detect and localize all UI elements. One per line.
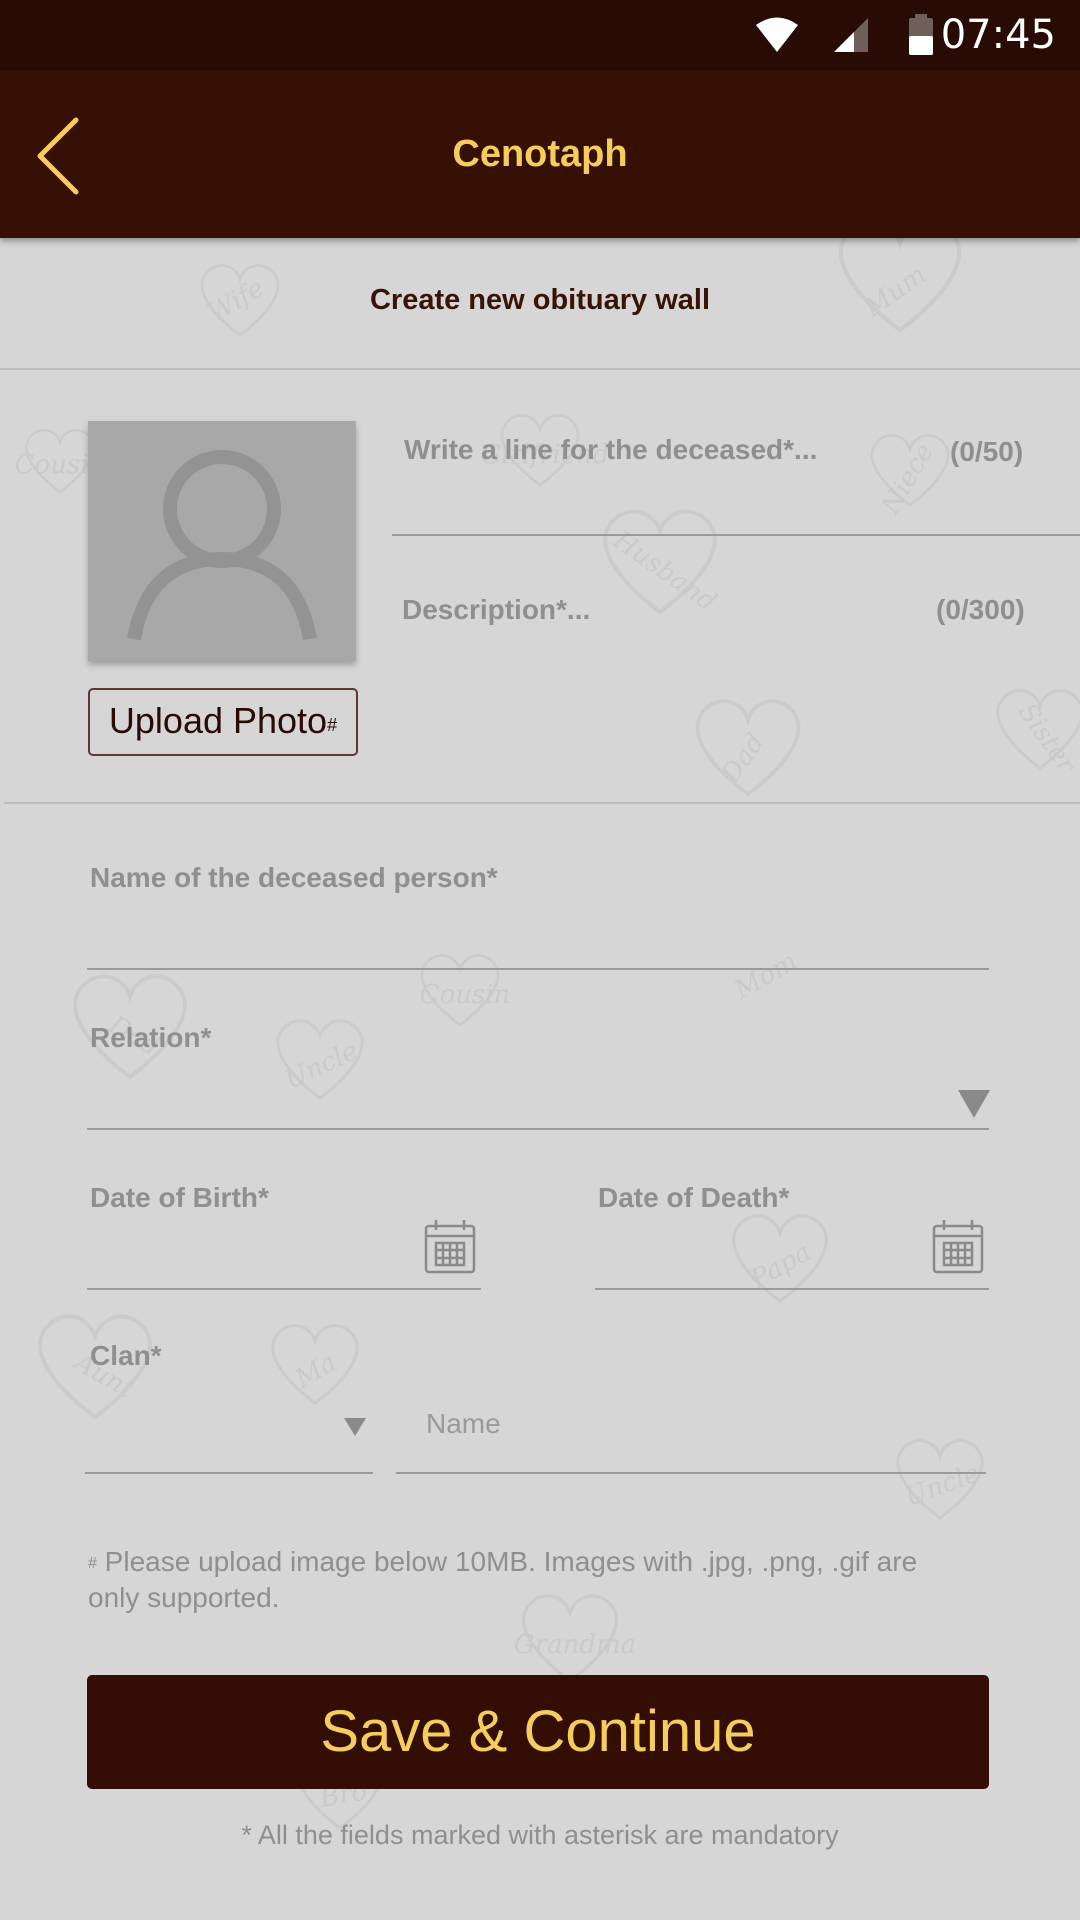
calendar-icon[interactable] xyxy=(932,1218,984,1274)
divider xyxy=(4,802,1080,804)
date-of-birth-label: Date of Birth* xyxy=(90,1182,269,1213)
battery-icon xyxy=(909,14,933,55)
clan-underline xyxy=(85,1472,373,1474)
line-counter: (0/50) xyxy=(950,436,1024,467)
upload-photo-button[interactable]: Upload Photo# xyxy=(88,688,358,756)
note-text: Please upload image below 10MB. Images w… xyxy=(88,1546,918,1613)
line-underline xyxy=(392,534,1080,536)
app-bar: Cenotaph xyxy=(0,70,1080,238)
divider xyxy=(0,368,1080,370)
date-of-death-label: Date of Death* xyxy=(598,1182,790,1213)
photo-placeholder[interactable] xyxy=(88,421,356,661)
relation-dropdown[interactable] xyxy=(87,1008,989,1128)
chevron-down-icon[interactable] xyxy=(958,1090,990,1118)
wifi-icon xyxy=(756,17,798,52)
relation-label: Relation* xyxy=(90,1022,212,1053)
mandatory-note: * All the fields marked with asterisk ar… xyxy=(241,1820,839,1850)
upload-photo-label: Upload Photo xyxy=(108,700,328,741)
description-placeholder: Description*... xyxy=(402,594,591,625)
form-subtitle: Create new obituary wall xyxy=(369,284,711,316)
chevron-down-icon[interactable] xyxy=(344,1418,366,1436)
save-continue-button[interactable]: Save & Continue xyxy=(87,1675,989,1789)
note-footnote-mark: # xyxy=(88,1555,97,1572)
upload-note: # Please upload image below 10MB. Images… xyxy=(88,1544,968,1616)
calendar-icon[interactable] xyxy=(424,1218,476,1274)
description-counter: (0/300) xyxy=(936,594,1025,625)
clan-label: Clan* xyxy=(90,1340,162,1371)
page-title: Cenotaph xyxy=(452,133,628,175)
create-wall-form: Create new obituary wall Upload Photo# W… xyxy=(0,238,1080,1920)
upload-footnote-mark: # xyxy=(327,715,338,735)
name-underline xyxy=(87,968,989,970)
clan-dropdown[interactable] xyxy=(85,1378,373,1472)
status-bar: 07:45 xyxy=(0,0,1080,70)
signal-icon xyxy=(834,18,868,52)
deceased-name-label: Name of the deceased person* xyxy=(90,862,498,893)
dob-underline xyxy=(87,1288,481,1290)
person-icon xyxy=(127,450,317,641)
relation-underline xyxy=(87,1128,989,1130)
dod-underline xyxy=(595,1288,989,1290)
status-time: 07:45 xyxy=(940,12,1056,58)
clan-name-underline xyxy=(396,1472,986,1474)
description-input[interactable] xyxy=(392,558,1080,698)
clan-name-placeholder: Name xyxy=(426,1408,501,1439)
line-placeholder: Write a line for the deceased*... xyxy=(404,434,818,465)
